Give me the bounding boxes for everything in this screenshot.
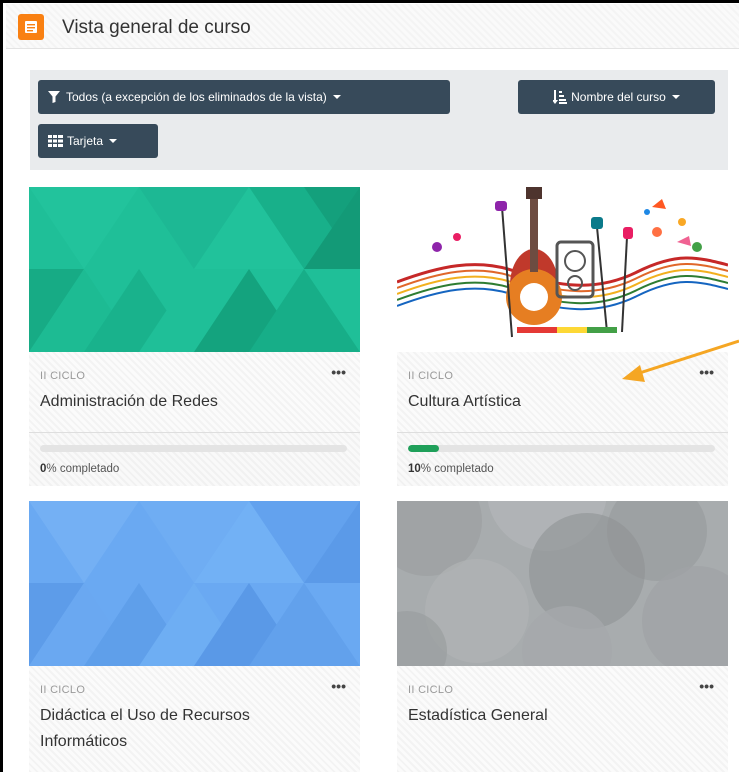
course-card[interactable]: II CICLO ••• Cultura Artística 10% compl…: [397, 187, 728, 486]
course-card[interactable]: II CICLO ••• Administración de Redes 0% …: [29, 187, 360, 486]
course-name[interactable]: Estadística General: [408, 703, 548, 729]
grouping-filter-label: Todos (a excepción de los eliminados de …: [66, 90, 327, 104]
progress-bar: [408, 445, 715, 452]
course-name[interactable]: Administración de Redes: [40, 389, 218, 415]
progress-value: 10: [408, 463, 421, 475]
course-card[interactable]: II CICLO ••• Estadística General: [397, 501, 728, 772]
course-body: II CICLO ••• Cultura Artística 10% compl…: [397, 352, 728, 486]
course-image[interactable]: [29, 501, 360, 666]
view-mode-label: Tarjeta: [67, 134, 104, 148]
chevron-down-icon: [671, 95, 680, 99]
sort-button[interactable]: Nombre del curso: [518, 80, 715, 114]
course-category: II CICLO: [40, 370, 86, 382]
progress-suffix: % completado: [420, 463, 494, 475]
progress-text: 10% completado: [408, 463, 494, 475]
course-name[interactable]: Cultura Artística: [408, 389, 521, 415]
course-card[interactable]: II CICLO ••• Didáctica el Uso de Recurso…: [29, 501, 360, 772]
progress-fill: [408, 445, 439, 452]
course-menu-button[interactable]: •••: [331, 364, 346, 380]
course-image[interactable]: [397, 501, 728, 666]
block-header: Vista general de curso: [6, 4, 739, 49]
progress-area: 10% completado: [397, 432, 728, 486]
course-menu-button[interactable]: •••: [699, 364, 714, 380]
course-body: II CICLO ••• Estadística General: [397, 666, 728, 772]
progress-suffix: % completado: [46, 463, 120, 475]
course-category: II CICLO: [408, 370, 454, 382]
grid-icon: [48, 135, 63, 147]
grouping-filter-button[interactable]: Todos (a excepción de los eliminados de …: [38, 80, 450, 114]
course-image[interactable]: [397, 187, 728, 352]
book-icon: [18, 14, 44, 40]
course-body: II CICLO ••• Didáctica el Uso de Recurso…: [29, 666, 360, 772]
course-name[interactable]: Didáctica el Uso de Recursos Informático…: [40, 703, 340, 755]
course-menu-button[interactable]: •••: [331, 678, 346, 694]
progress-bar: [40, 445, 347, 452]
chevron-down-icon: [332, 95, 341, 99]
course-body: II CICLO ••• Administración de Redes 0% …: [29, 352, 360, 486]
progress-area: 0% completado: [29, 432, 360, 486]
chevron-down-icon: [109, 139, 118, 143]
course-image[interactable]: [29, 187, 360, 352]
block-title: Vista general de curso: [62, 17, 251, 38]
progress-text: 0% completado: [40, 463, 119, 475]
view-mode-button[interactable]: Tarjeta: [38, 124, 158, 158]
filter-icon: [48, 91, 60, 103]
filter-bar: Todos (a excepción de los eliminados de …: [30, 70, 728, 170]
course-category: II CICLO: [40, 684, 86, 696]
sort-icon: [553, 90, 568, 104]
sort-label: Nombre del curso: [571, 90, 666, 104]
course-category: II CICLO: [408, 684, 454, 696]
course-menu-button[interactable]: •••: [699, 678, 714, 694]
